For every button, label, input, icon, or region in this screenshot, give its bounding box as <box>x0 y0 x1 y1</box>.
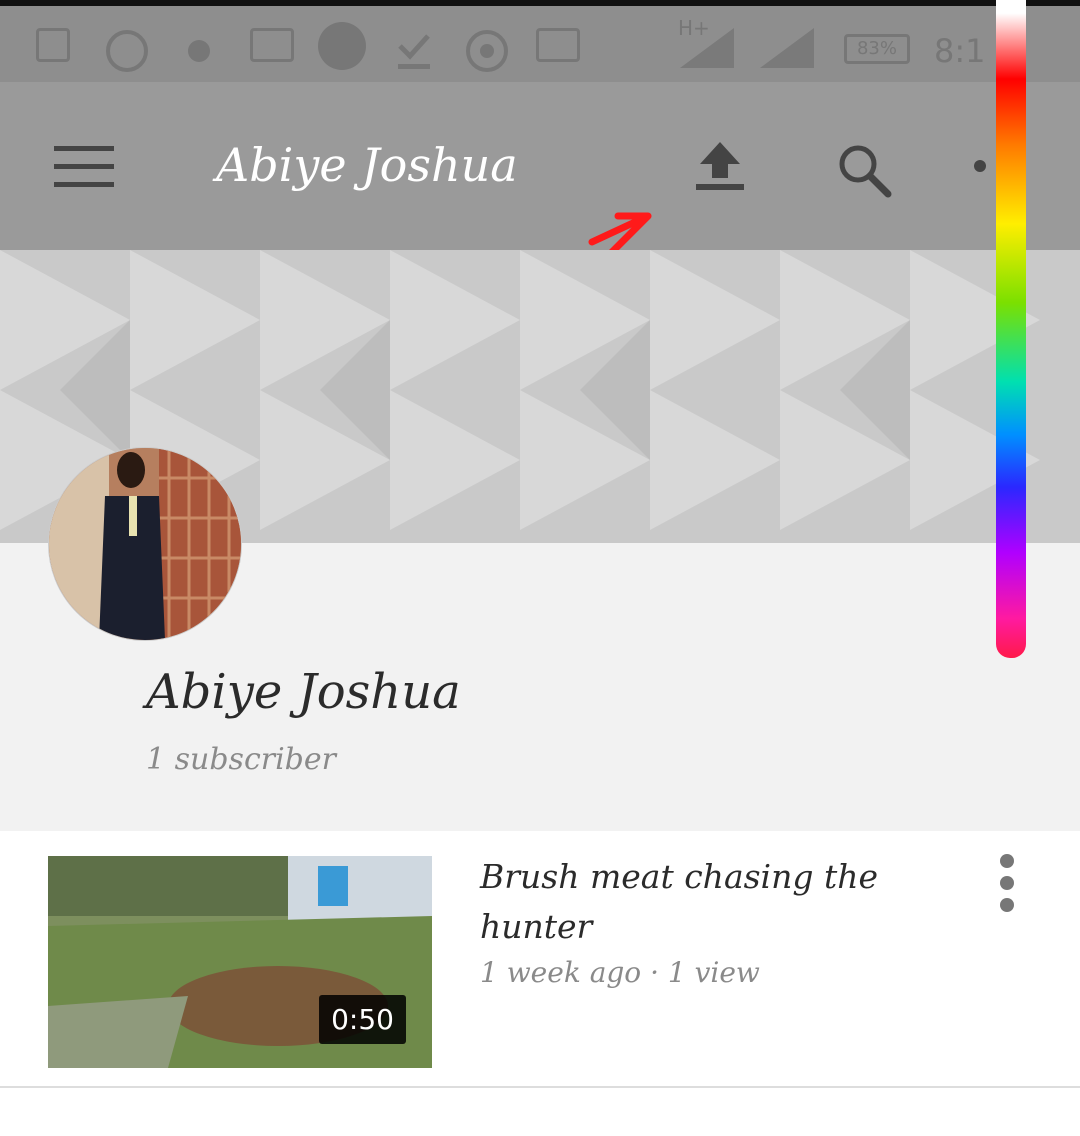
search-icon[interactable] <box>834 140 894 200</box>
app-bar: Abiye Joshua <box>0 82 1080 250</box>
video-title[interactable]: Brush meat chasing the hunter <box>480 852 940 952</box>
screenshot-icon <box>536 28 580 62</box>
list-item[interactable]: 0:50 Brush meat chasing the hunter 1 wee… <box>0 832 1080 1088</box>
status-bar: H+ 83% 8:1 <box>0 0 1080 82</box>
channel-name: Abiye Joshua <box>146 664 461 720</box>
subscriber-count: 1 subscriber <box>146 742 336 777</box>
video-meta: 1 week ago · 1 view <box>480 956 760 989</box>
scroll-indicator <box>996 0 1026 658</box>
page-title: Abiye Joshua <box>216 138 518 192</box>
chrome-icon <box>464 28 510 78</box>
more-vert-icon[interactable] <box>974 160 986 172</box>
signal-icon-2 <box>760 28 814 68</box>
upload-icon[interactable] <box>692 138 748 194</box>
avatar[interactable] <box>48 447 242 641</box>
clock: 8:1 <box>934 32 986 70</box>
battery-level: 83% <box>844 34 910 64</box>
record-icon <box>318 22 366 70</box>
signal-icon <box>680 28 734 68</box>
divider <box>0 1086 1080 1088</box>
mail-icon <box>250 28 294 62</box>
menu-icon[interactable] <box>54 146 114 187</box>
more-vert-icon[interactable] <box>1000 854 1016 920</box>
duration-badge: 0:50 <box>319 995 406 1044</box>
video-thumbnail[interactable]: 0:50 <box>48 856 432 1068</box>
whatsapp-icon <box>104 28 150 78</box>
download-done-icon <box>394 28 434 76</box>
chat-icon <box>188 40 210 62</box>
gallery-icon <box>36 28 70 62</box>
